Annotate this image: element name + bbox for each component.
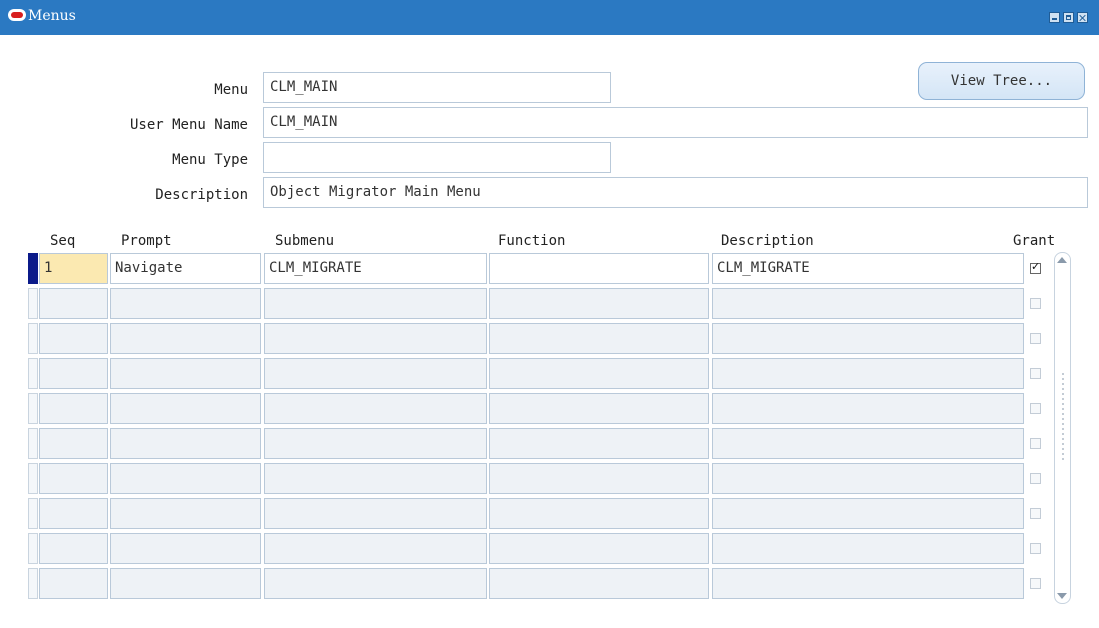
seq-cell[interactable]: [39, 428, 108, 459]
prompt-cell[interactable]: [110, 323, 261, 354]
description-cell[interactable]: [712, 323, 1024, 354]
submenu-cell[interactable]: CLM_MIGRATE: [264, 253, 487, 284]
submenu-column-header: Submenu: [275, 233, 335, 249]
grant-checkbox[interactable]: [1030, 260, 1041, 274]
description-cell[interactable]: [712, 288, 1024, 319]
prompt-cell[interactable]: [110, 498, 261, 529]
seq-column-header: Seq: [50, 233, 76, 249]
seq-cell[interactable]: [39, 533, 108, 564]
scroll-down-arrow-icon[interactable]: [1057, 593, 1067, 599]
description-label: Description: [155, 187, 248, 203]
oracle-app-icon: [8, 9, 26, 21]
grant-checkbox[interactable]: [1030, 368, 1041, 379]
close-icon[interactable]: [1077, 12, 1088, 23]
submenu-cell[interactable]: [264, 288, 487, 319]
record-indicator[interactable]: [28, 393, 38, 424]
seq-cell[interactable]: [39, 323, 108, 354]
description-cell[interactable]: [712, 358, 1024, 389]
record-indicator[interactable]: [28, 533, 38, 564]
submenu-cell[interactable]: [264, 568, 487, 599]
description-cell[interactable]: [712, 498, 1024, 529]
scroll-up-arrow-icon[interactable]: [1057, 257, 1067, 263]
function-cell[interactable]: [489, 358, 709, 389]
function-cell[interactable]: [489, 393, 709, 424]
submenu-cell[interactable]: [264, 428, 487, 459]
prompt-cell[interactable]: [110, 393, 261, 424]
prompt-cell[interactable]: [110, 463, 261, 494]
function-cell[interactable]: [489, 288, 709, 319]
record-indicator[interactable]: [28, 568, 38, 599]
scroll-thumb[interactable]: [1062, 373, 1064, 463]
vertical-scrollbar[interactable]: [1054, 252, 1071, 604]
submenu-cell[interactable]: [264, 323, 487, 354]
submenu-cell[interactable]: [264, 463, 487, 494]
user-menu-name-field[interactable]: CLM_MAIN: [263, 107, 1088, 138]
function-cell[interactable]: [489, 568, 709, 599]
function-cell[interactable]: [489, 533, 709, 564]
seq-cell[interactable]: [39, 393, 108, 424]
description-cell[interactable]: CLM_MIGRATE: [712, 253, 1024, 284]
record-indicator[interactable]: [28, 463, 38, 494]
window-title: Menus: [28, 8, 76, 24]
prompt-cell[interactable]: Navigate: [110, 253, 261, 284]
description-cell[interactable]: [712, 533, 1024, 564]
current-record-indicator[interactable]: [28, 253, 38, 284]
grant-checkbox[interactable]: [1030, 438, 1041, 449]
grant-column-header: Grant: [1013, 233, 1056, 249]
seq-cell[interactable]: [39, 463, 108, 494]
menu-label: Menu: [214, 82, 248, 98]
grant-checkbox[interactable]: [1030, 508, 1041, 519]
seq-cell[interactable]: [39, 288, 108, 319]
description-field[interactable]: Object Migrator Main Menu: [263, 177, 1088, 208]
record-indicator[interactable]: [28, 498, 38, 529]
description-cell[interactable]: [712, 393, 1024, 424]
description-cell[interactable]: [712, 463, 1024, 494]
function-column-header: Function: [498, 233, 566, 249]
prompt-cell[interactable]: [110, 568, 261, 599]
grant-checkbox[interactable]: [1030, 543, 1041, 554]
function-cell[interactable]: [489, 253, 709, 284]
seq-cell[interactable]: 1: [39, 253, 108, 284]
function-cell[interactable]: [489, 323, 709, 354]
grant-checkbox[interactable]: [1030, 298, 1041, 309]
submenu-cell[interactable]: [264, 358, 487, 389]
prompt-cell[interactable]: [110, 358, 261, 389]
title-bar[interactable]: Menus: [0, 0, 1099, 35]
function-cell[interactable]: [489, 428, 709, 459]
record-indicator[interactable]: [28, 323, 38, 354]
menu-type-label: Menu Type: [172, 152, 248, 168]
grant-checkbox[interactable]: [1030, 473, 1041, 484]
function-cell[interactable]: [489, 463, 709, 494]
maximize-icon[interactable]: [1063, 12, 1074, 23]
prompt-cell[interactable]: [110, 533, 261, 564]
prompt-cell[interactable]: [110, 428, 261, 459]
submenu-cell[interactable]: [264, 393, 487, 424]
user-menu-name-label: User Menu Name: [129, 117, 248, 133]
menus-window: Menus Menu CLM_MAIN User Menu Name CLM_M…: [0, 0, 1099, 628]
seq-cell[interactable]: [39, 358, 108, 389]
description-cell[interactable]: [712, 568, 1024, 599]
record-indicator[interactable]: [28, 358, 38, 389]
grant-checkbox[interactable]: [1030, 403, 1041, 414]
seq-cell[interactable]: [39, 498, 108, 529]
minimize-icon[interactable]: [1049, 12, 1060, 23]
view-tree-button[interactable]: View Tree...: [918, 62, 1085, 100]
seq-cell[interactable]: [39, 568, 108, 599]
record-indicator[interactable]: [28, 288, 38, 319]
grant-checkbox[interactable]: [1030, 578, 1041, 589]
description-cell[interactable]: [712, 428, 1024, 459]
prompt-column-header: Prompt: [121, 233, 172, 249]
record-indicator[interactable]: [28, 428, 38, 459]
prompt-cell[interactable]: [110, 288, 261, 319]
function-cell[interactable]: [489, 498, 709, 529]
menu-type-field[interactable]: [263, 142, 611, 173]
submenu-cell[interactable]: [264, 533, 487, 564]
menu-field[interactable]: CLM_MAIN: [263, 72, 611, 103]
description-column-header: Description: [721, 233, 814, 249]
submenu-cell[interactable]: [264, 498, 487, 529]
grant-checkbox[interactable]: [1030, 333, 1041, 344]
